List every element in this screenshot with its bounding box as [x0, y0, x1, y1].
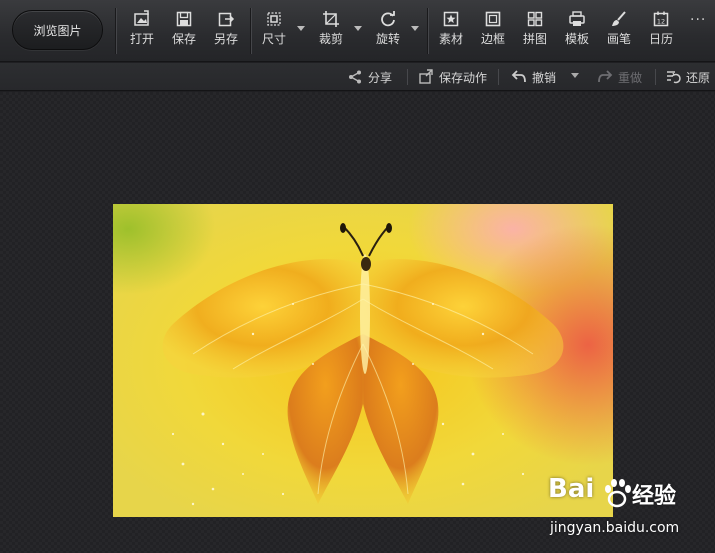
redo-arrow-icon — [598, 70, 613, 83]
baidu-paw-logo-icon — [605, 479, 631, 508]
main-toolbar: 浏览图片 打开 保存 另存 尺寸 裁剪 旋转 素材 边框 拼图 模板 画笔 12… — [0, 0, 715, 62]
border-button[interactable]: 边框 — [479, 10, 507, 54]
crop-button[interactable]: 裁剪 — [317, 10, 345, 54]
star-sticker-icon — [443, 11, 459, 27]
paint-brush-icon — [612, 11, 626, 26]
resize-label: 尺寸 — [261, 32, 286, 46]
template-button[interactable]: 模板 — [563, 10, 591, 54]
svg-text:12: 12 — [657, 18, 665, 26]
save-action-label: 保存动作 — [439, 70, 488, 85]
brush-label: 画笔 — [606, 32, 631, 46]
resize-button[interactable]: 尺寸 — [260, 10, 288, 54]
restore-icon — [667, 71, 681, 84]
undo-arrow-icon — [511, 70, 526, 83]
share-button[interactable]: 分享 — [347, 68, 392, 86]
redo-button[interactable]: 重做 — [597, 68, 642, 86]
template-printer-icon — [569, 11, 585, 26]
rotate-label: 旋转 — [375, 32, 400, 46]
undo-label: 撤销 — [532, 70, 557, 85]
redo-label: 重做 — [618, 70, 643, 85]
rotate-button[interactable]: 旋转 — [374, 10, 402, 54]
browse-images-button[interactable]: 浏览图片 — [12, 10, 103, 50]
save-label: 保存 — [171, 32, 196, 46]
toolbar-separator — [427, 8, 428, 54]
save-disk-icon — [176, 11, 192, 27]
material-button[interactable]: 素材 — [437, 10, 465, 54]
material-label: 素材 — [438, 32, 463, 46]
share-icon — [349, 70, 361, 84]
subbar-separator — [498, 69, 499, 85]
crop-dropdown-chevron-icon[interactable] — [354, 26, 362, 31]
baidu-jingyan-watermark: Bai 经验 jingyan.baidu.com — [548, 474, 713, 544]
rotate-icon — [381, 11, 395, 27]
save-button[interactable]: 保存 — [170, 10, 198, 54]
resize-dropdown-chevron-icon[interactable] — [297, 26, 305, 31]
toolbar-separator — [115, 8, 116, 54]
open-label: 打开 — [129, 32, 154, 46]
save-as-icon — [218, 12, 235, 27]
save-as-label: 另存 — [213, 32, 238, 46]
calendar-label: 日历 — [648, 32, 673, 46]
undo-dropdown-chevron-icon[interactable] — [571, 73, 579, 78]
frame-icon — [485, 11, 501, 27]
toolbar-separator — [250, 8, 251, 54]
template-label: 模板 — [564, 32, 589, 46]
watermark-logo-text: Bai — [548, 474, 595, 504]
watermark-url: jingyan.baidu.com — [550, 520, 680, 536]
edited-photo-butterfly[interactable] — [113, 204, 613, 517]
butterfly-illustration — [162, 223, 564, 506]
share-label: 分享 — [368, 70, 393, 85]
open-image-icon — [134, 10, 149, 26]
watermark-jingyan-text: 经验 — [632, 484, 677, 509]
subbar-separator — [407, 69, 408, 85]
calendar-button[interactable]: 12 日历 — [647, 10, 675, 54]
restore-button[interactable]: 还原 — [665, 68, 710, 86]
subbar-separator — [655, 69, 656, 85]
border-label: 边框 — [480, 32, 505, 46]
collage-label: 拼图 — [522, 32, 547, 46]
calendar-icon: 12 — [653, 11, 669, 27]
brush-button[interactable]: 画笔 — [605, 10, 633, 54]
crop-icon — [323, 11, 339, 27]
save-action-icon — [419, 69, 433, 84]
save-as-button[interactable]: 另存 — [212, 10, 240, 54]
collage-button[interactable]: 拼图 — [521, 10, 549, 54]
rotate-dropdown-chevron-icon[interactable] — [411, 26, 419, 31]
more-options-icon[interactable]: ··· — [690, 12, 706, 28]
collage-grid-icon — [527, 11, 543, 27]
resize-icon — [267, 12, 281, 26]
save-action-button[interactable]: 保存动作 — [418, 68, 487, 86]
secondary-toolbar: 分享 保存动作 撤销 重做 还原 — [0, 63, 715, 91]
undo-button[interactable]: 撤销 — [511, 68, 556, 86]
open-button[interactable]: 打开 — [128, 10, 156, 54]
restore-label: 还原 — [686, 70, 711, 85]
crop-label: 裁剪 — [318, 32, 343, 46]
